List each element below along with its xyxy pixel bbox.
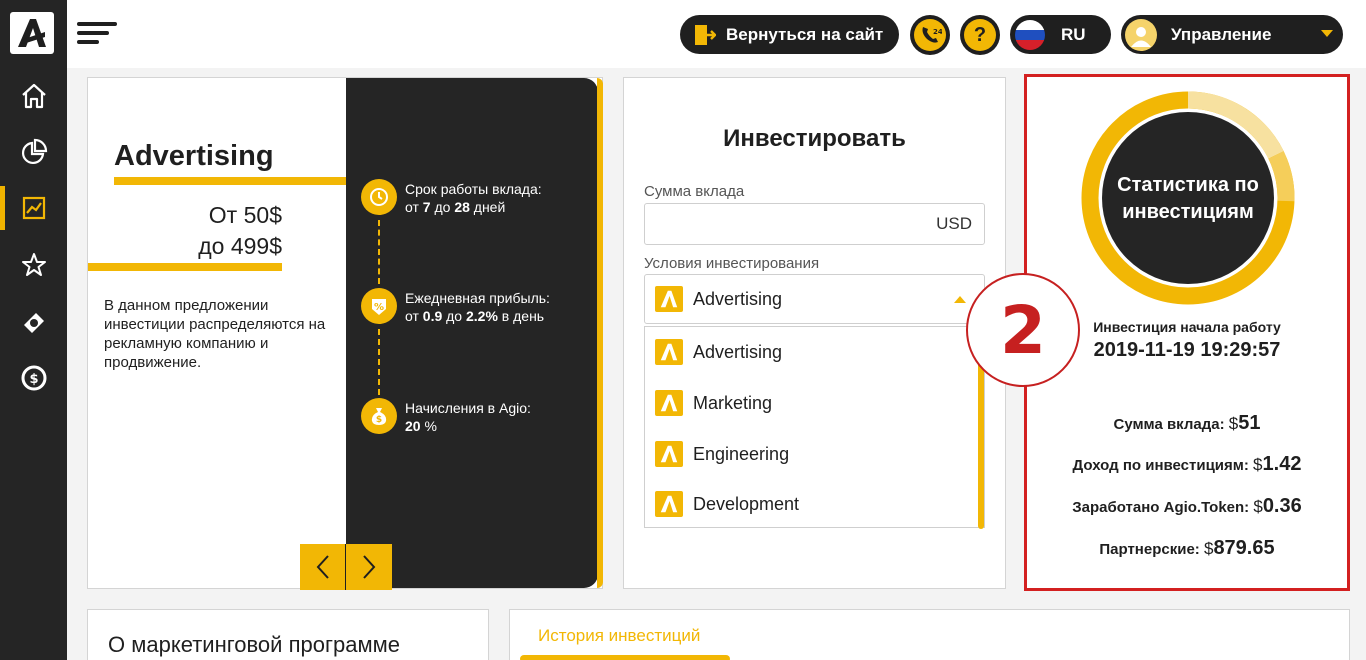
amount-label: Сумма вклада bbox=[644, 183, 745, 200]
language-label: RU bbox=[1061, 24, 1086, 44]
exchange-icon[interactable]: $ bbox=[0, 356, 67, 400]
avatar bbox=[1125, 18, 1157, 51]
agio-logo[interactable] bbox=[10, 12, 54, 54]
offer-pager bbox=[300, 544, 392, 590]
account-menu-button[interactable]: Управление bbox=[1121, 15, 1343, 54]
stats-ring-title: Статистика по инвестициям bbox=[1117, 174, 1259, 223]
conditions-selected-label: Advertising bbox=[693, 288, 783, 309]
menu-toggle-icon[interactable] bbox=[77, 22, 117, 46]
agio-mini-logo-icon bbox=[655, 286, 683, 312]
sidebar: $ bbox=[0, 0, 67, 660]
stat-deposit: Сумма вклада: $51 bbox=[1113, 412, 1261, 434]
chevron-right-icon bbox=[363, 555, 376, 579]
feature-term-label: Срок работы вклада: bbox=[405, 181, 542, 197]
russia-flag-icon bbox=[1015, 19, 1045, 50]
tab-active-indicator bbox=[520, 655, 730, 660]
next-offer-button[interactable] bbox=[346, 544, 392, 590]
price-from: От 50$ bbox=[208, 202, 282, 228]
svg-text:$: $ bbox=[376, 415, 382, 425]
amount-input[interactable]: USD bbox=[644, 203, 985, 245]
svg-text:24: 24 bbox=[933, 28, 942, 36]
account-menu-label: Управление bbox=[1171, 24, 1272, 44]
exit-door-icon bbox=[695, 24, 716, 45]
annotation-badge: 2 bbox=[966, 273, 1080, 387]
agio-mini-logo-icon bbox=[655, 491, 683, 517]
dropdown-option-label: Marketing bbox=[693, 392, 773, 413]
conditions-select[interactable]: Advertising bbox=[644, 274, 985, 324]
chevron-up-icon bbox=[954, 296, 966, 303]
timeline-connector bbox=[378, 220, 380, 284]
back-to-site-button[interactable]: Вернуться на сайт bbox=[680, 15, 899, 54]
offer-title: Advertising bbox=[114, 140, 274, 172]
dropdown-option-label: Advertising bbox=[693, 341, 783, 362]
history-card: История инвестиций bbox=[509, 609, 1350, 660]
price-to: до 499$ bbox=[198, 233, 282, 259]
agio-mini-logo-icon bbox=[655, 339, 683, 365]
phone-24-icon: 24 bbox=[914, 19, 946, 51]
offer-accent-stripe bbox=[597, 78, 603, 588]
language-selector[interactable]: RU bbox=[1010, 15, 1111, 54]
dropdown-option[interactable]: Development bbox=[655, 491, 799, 517]
chevron-left-icon bbox=[316, 555, 329, 579]
svg-text:%: % bbox=[374, 302, 384, 313]
invest-title: Инвестировать bbox=[723, 125, 906, 152]
feature-daily-profit: Ежедневная прибыль: от 0.9 до 2.2% в ден… bbox=[405, 289, 550, 325]
back-to-site-label: Вернуться на сайт bbox=[726, 24, 884, 44]
chevron-down-icon bbox=[1321, 30, 1333, 37]
dropdown-option[interactable]: Advertising bbox=[655, 339, 782, 365]
investments-icon[interactable] bbox=[0, 186, 67, 230]
divider bbox=[114, 177, 346, 185]
offer-description: В данном предложении инвестиции распреде… bbox=[104, 297, 326, 371]
top-bar: Вернуться на сайт 24 ? RU Управление bbox=[67, 0, 1366, 68]
feature-term-value: от 7 до 28 дней bbox=[405, 199, 506, 215]
dropdown-option[interactable]: Engineering bbox=[655, 441, 789, 467]
invest-card: Инвестировать Сумма вклада USD Условия и… bbox=[623, 77, 1006, 589]
feature-agio-accrual: Начисления в Agio: 20 % bbox=[405, 399, 531, 435]
offer-card: Advertising От 50$ до 499$ В данном пред… bbox=[87, 77, 603, 590]
conditions-label: Условия инвестирования bbox=[644, 255, 820, 272]
divider bbox=[88, 263, 282, 271]
star-icon[interactable] bbox=[0, 243, 67, 287]
offer-info: Advertising От 50$ до 499$ В данном пред… bbox=[88, 78, 346, 588]
clock-icon bbox=[361, 179, 397, 215]
agio-mini-logo-icon bbox=[655, 441, 683, 467]
tab-investment-history[interactable]: История инвестиций bbox=[538, 626, 700, 646]
money-bag-icon: $ bbox=[361, 398, 397, 434]
dropdown-option-label: Engineering bbox=[693, 443, 790, 464]
support-24-button[interactable]: 24 bbox=[910, 15, 950, 55]
marketing-card: О маркетинговой программе bbox=[87, 609, 489, 660]
currency-label: USD bbox=[936, 214, 972, 233]
offer-features-panel: Срок работы вклада: от 7 до 28 дней % Еж… bbox=[346, 78, 598, 588]
prev-offer-button[interactable] bbox=[300, 544, 346, 590]
feature-daily-profit-label: Ежедневная прибыль: bbox=[405, 290, 550, 306]
svg-text:$: $ bbox=[29, 372, 38, 387]
pie-chart-icon[interactable] bbox=[0, 130, 67, 174]
feature-term: Срок работы вклада: от 7 до 28 дней bbox=[405, 180, 542, 216]
conditions-dropdown: Advertising Marketing Engineering Develo… bbox=[644, 326, 985, 529]
home-icon[interactable] bbox=[0, 74, 67, 118]
question-icon: ? bbox=[964, 19, 996, 51]
feature-daily-profit-value: от 0.9 до 2.2% в день bbox=[405, 308, 545, 324]
help-button[interactable]: ? bbox=[960, 15, 1000, 55]
dropdown-option[interactable]: Marketing bbox=[655, 390, 772, 416]
wallet-icon[interactable] bbox=[0, 299, 67, 343]
percent-icon: % bbox=[361, 288, 397, 324]
stat-agio-token: Заработано Agio.Token: $0.36 bbox=[1072, 495, 1302, 517]
feature-agio-value: 20 % bbox=[405, 418, 437, 434]
feature-agio-label: Начисления в Agio: bbox=[405, 400, 531, 416]
agio-mini-logo-icon bbox=[655, 390, 683, 416]
timeline-connector bbox=[378, 329, 380, 395]
stat-income: Доход по инвестициям: $1.42 bbox=[1072, 453, 1302, 475]
marketing-title: О маркетинговой программе bbox=[108, 632, 400, 657]
stat-partner: Партнерские: $879.65 bbox=[1099, 537, 1275, 559]
dropdown-option-label: Development bbox=[693, 493, 800, 514]
